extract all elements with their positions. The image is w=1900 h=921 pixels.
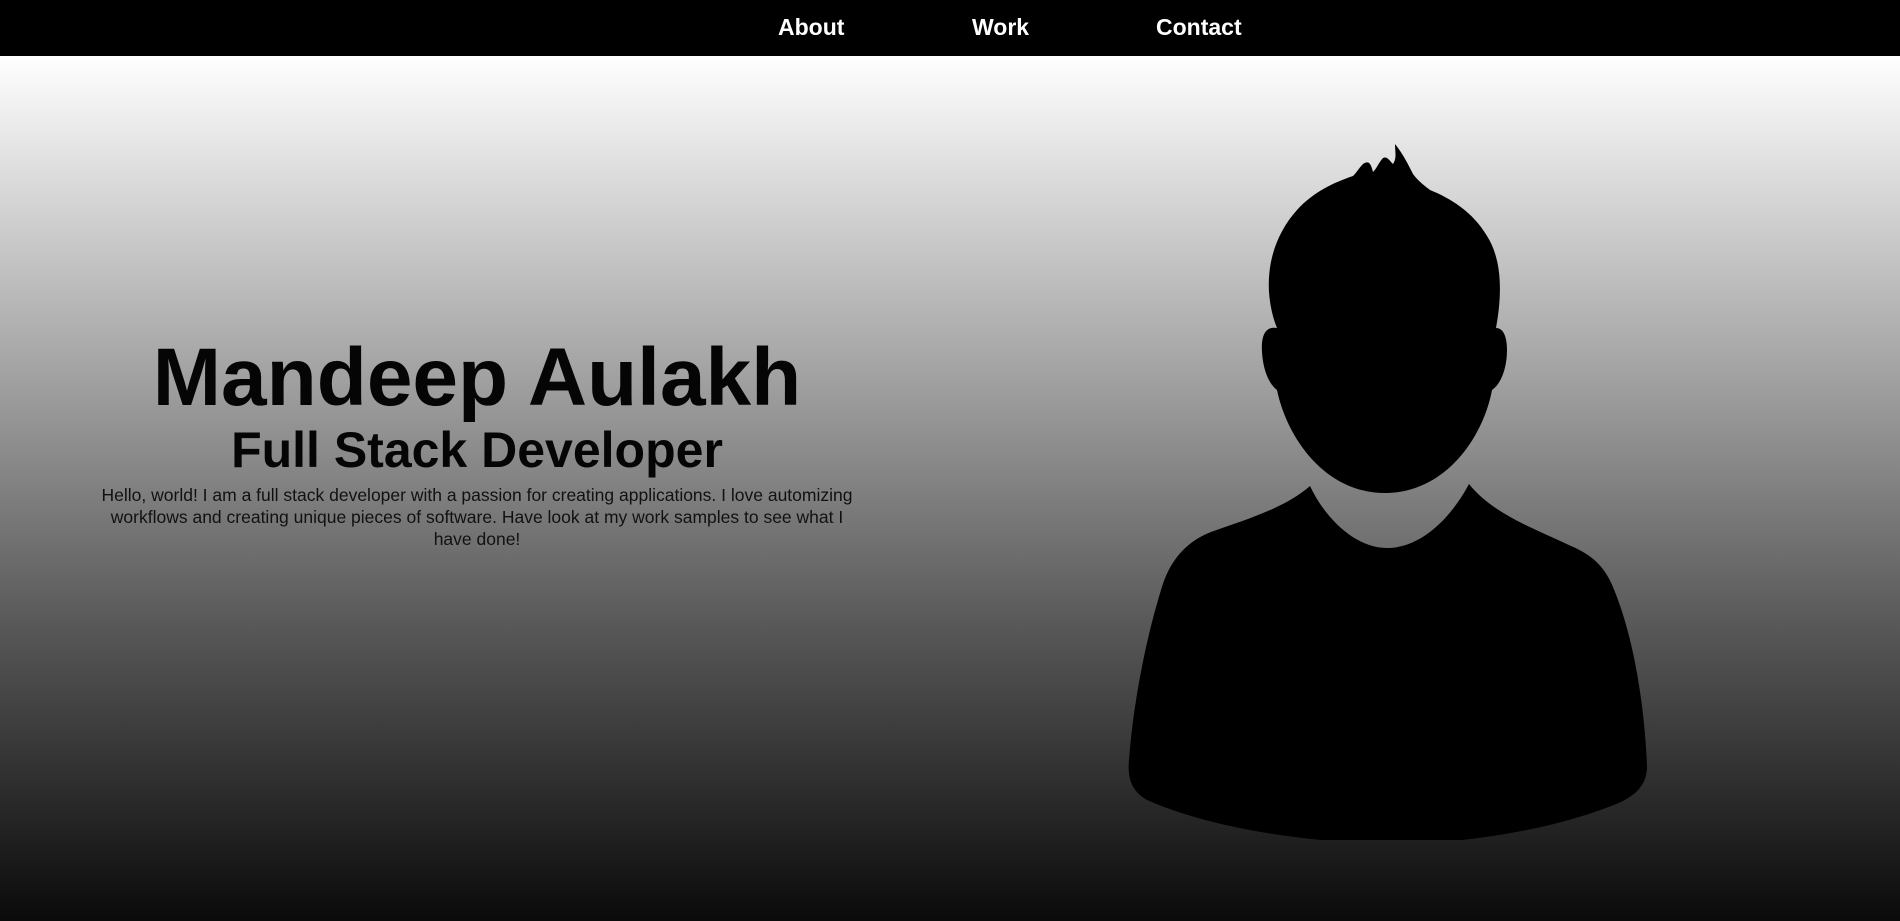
person-silhouette-icon (1128, 144, 1647, 840)
top-navigation: About Work Contact (0, 0, 1900, 56)
hero-role: Full Stack Developer (231, 422, 723, 478)
hero-name: Mandeep Aulakh (152, 332, 802, 423)
nav-link-about[interactable]: About (778, 0, 844, 56)
nav-link-work[interactable]: Work (972, 0, 1029, 56)
hero-section: Mandeep Aulakh Full Stack Developer Hell… (0, 56, 1900, 921)
intro-block: Mandeep Aulakh Full Stack Developer Hell… (97, 334, 857, 550)
nav-link-contact[interactable]: Contact (1156, 0, 1242, 56)
hero-bio: Hello, world! I am a full stack develope… (101, 485, 853, 549)
